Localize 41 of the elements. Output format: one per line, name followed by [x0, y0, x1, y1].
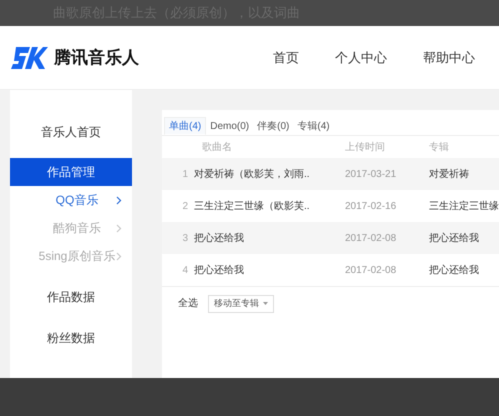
table-cell-text: 2017-03-21	[345, 168, 398, 182]
column-header: 上传时间	[345, 140, 386, 154]
table-row[interactable]: 3 把心还给我 2017-02-08 把心还给我	[162, 222, 499, 254]
table-cell-text: 2017-02-08	[345, 232, 398, 246]
table-cell-text: 三生注定三世缘	[429, 200, 499, 214]
table-cell-text: 把心还给我	[194, 232, 245, 246]
caret-icon	[263, 302, 268, 305]
row-number: 4	[181, 264, 189, 278]
sidebar-item[interactable]: 音乐人首页	[10, 118, 132, 146]
chevron-right-icon	[116, 224, 122, 232]
row-number: 3	[181, 232, 189, 246]
sidebar-item[interactable]: 作品数据	[10, 283, 132, 311]
sidebar-subitem[interactable]: QQ音乐	[10, 186, 132, 214]
logo-icon	[10, 44, 48, 70]
logo-text: 腾讯音乐人	[54, 46, 139, 69]
table-cell-text: 对爱祈祷	[429, 168, 469, 182]
move-to-album-select[interactable]: 移动至专辑	[208, 294, 274, 312]
tab[interactable]: 单曲(4)	[164, 117, 206, 135]
table-cell-text: 三生注定三世缘（欧影芙..	[194, 200, 311, 214]
table-cell-text: 2017-02-08	[345, 264, 398, 278]
column-header: 专辑	[429, 140, 449, 154]
row-number: 2	[181, 200, 189, 214]
sidebar-item[interactable]: 粉丝数据	[10, 324, 132, 352]
column-header: 歌曲名	[202, 140, 233, 154]
table-cell-text: 把心还给我	[194, 264, 245, 278]
table-cell-text: 把心还给我	[429, 232, 479, 246]
table-row[interactable]: 1 对爱祈祷（欧影芙，刘雨.. 2017-03-21 对爱祈祷	[162, 158, 499, 190]
chevron-right-icon	[116, 252, 122, 260]
nav-link[interactable]: 个人中心	[335, 48, 387, 68]
tab[interactable]: Demo(0)	[206, 117, 254, 135]
tab[interactable]: 专辑(4)	[293, 117, 334, 135]
table-cell-text: 把心还给我	[429, 264, 479, 278]
row-number: 1	[181, 168, 189, 182]
select-all-label[interactable]: 全选	[178, 296, 198, 311]
table-cell-text: 2017-02-16	[345, 200, 398, 214]
chevron-right-icon	[116, 196, 122, 204]
nav-link[interactable]: 帮助中心	[423, 48, 475, 68]
table-cell-text: 对爱祈祷（欧影芙，刘雨..	[194, 168, 311, 182]
sidebar-item[interactable]: 作品管理	[10, 158, 132, 186]
tab[interactable]: 伴奏(0)	[253, 117, 294, 135]
nav-link[interactable]: 首页	[273, 48, 299, 68]
